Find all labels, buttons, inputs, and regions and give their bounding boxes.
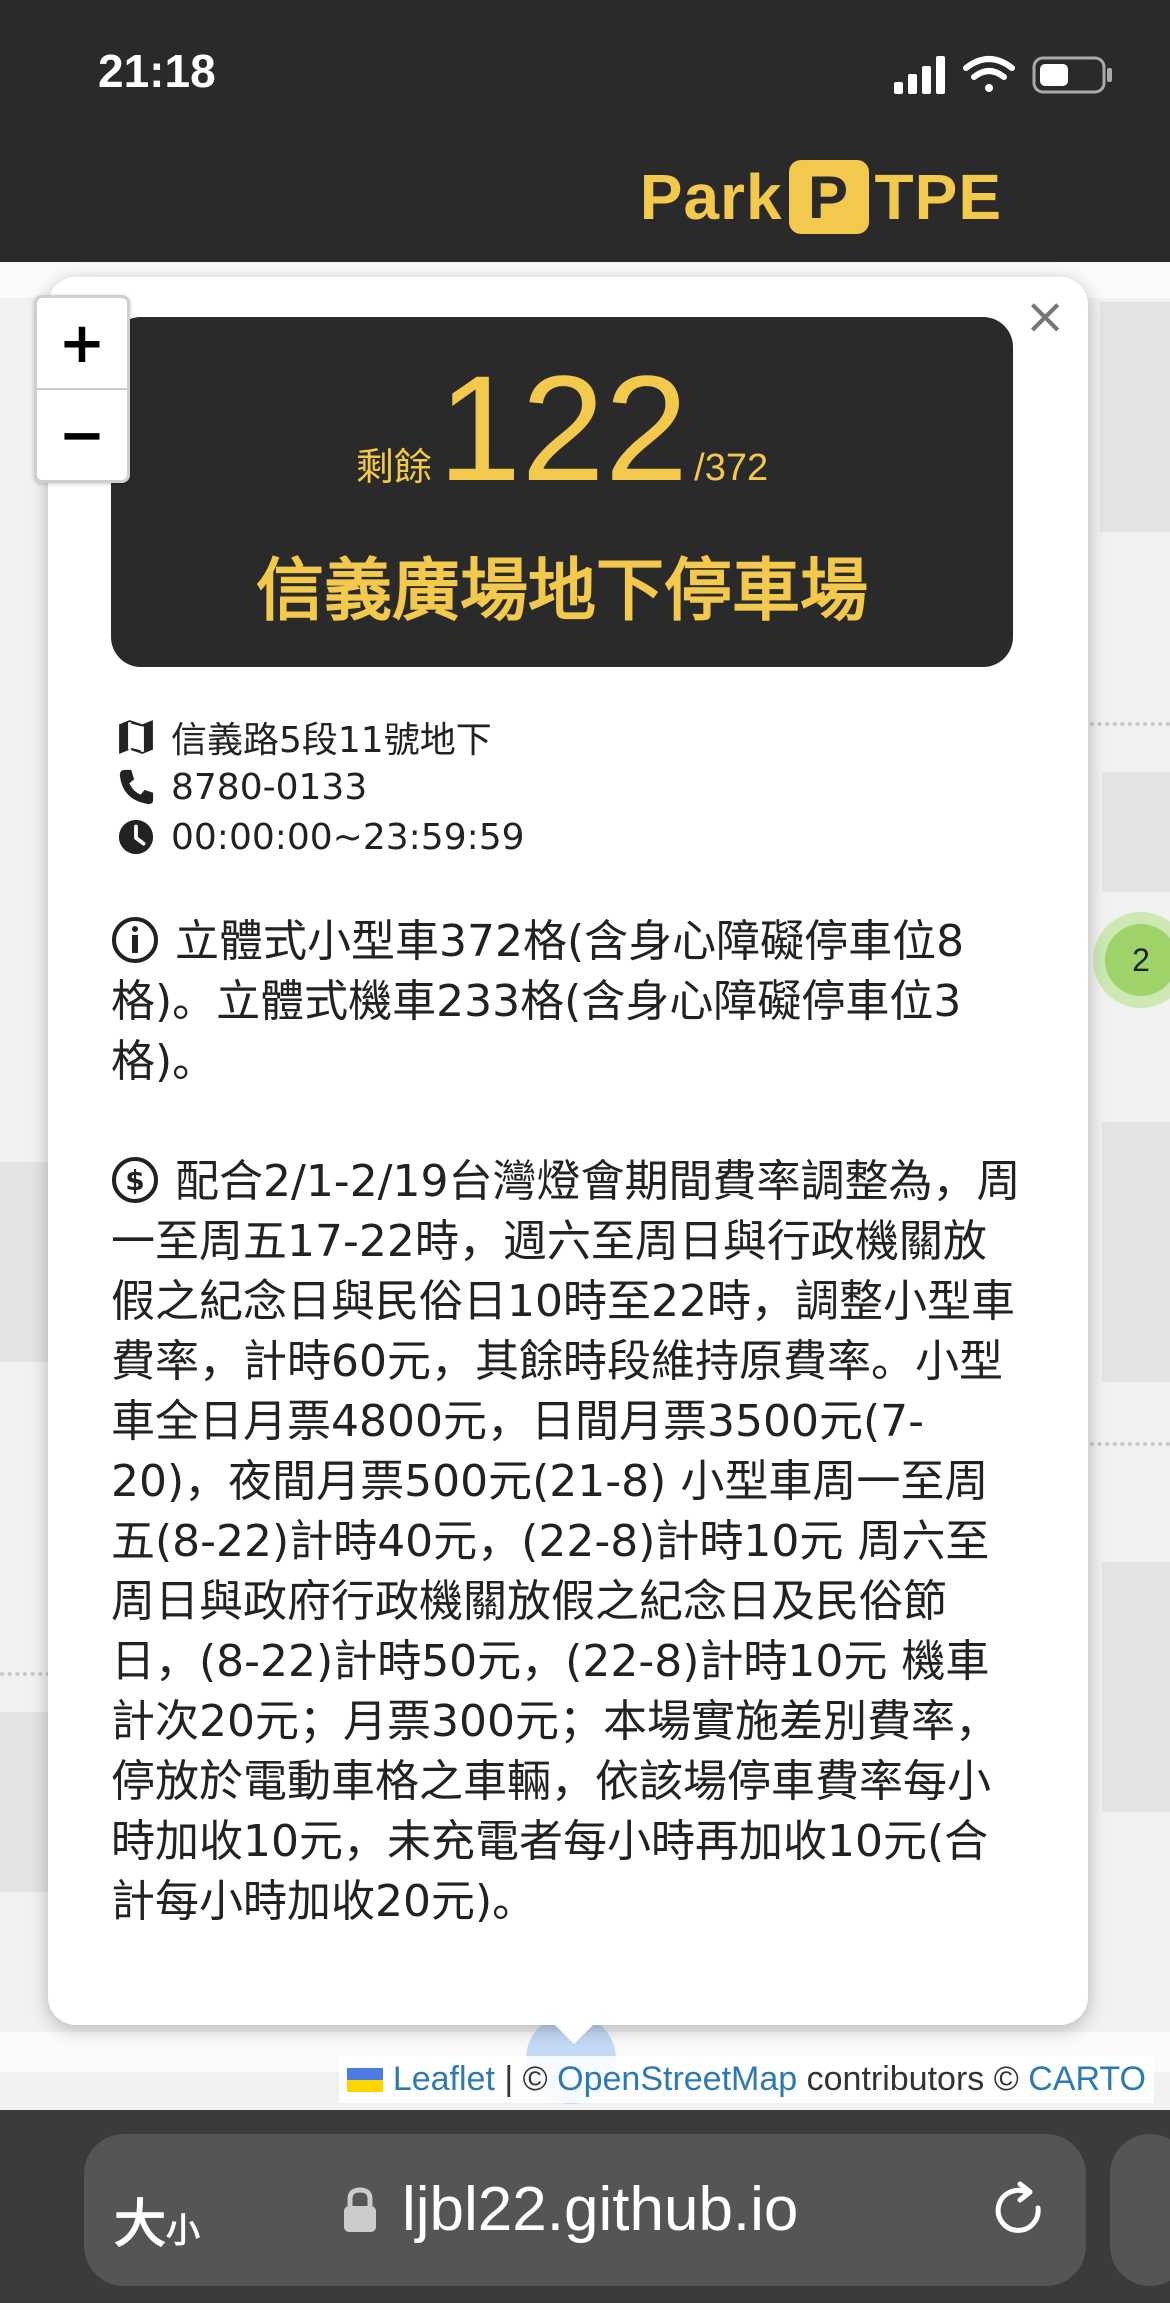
info-icon: [112, 917, 158, 963]
logo-badge: P: [788, 160, 869, 234]
signal-icon: [894, 56, 945, 94]
parktpe-logo: Park P TPE: [640, 160, 1002, 234]
openstreetmap-link[interactable]: OpenStreetMap: [557, 2060, 797, 2098]
map-path: [1090, 1442, 1170, 1446]
svg-text:$: $: [125, 1164, 144, 1197]
logo-text-right: TPE: [874, 161, 1002, 233]
total-count: /372: [694, 447, 769, 489]
status-bar: 21:18: [0, 0, 1170, 130]
browser-bar: 大小 ljbl22.github.io: [0, 2110, 1170, 2303]
summary-text: 立體式小型車372格(含身心障礙停車位8格)。立體式機車233格(含身心障礙停車…: [111, 916, 965, 1087]
status-time: 21:18: [98, 45, 216, 97]
available-count: 122: [437, 344, 689, 512]
leaflet-link[interactable]: Leaflet: [393, 2060, 495, 2098]
zoom-out-button[interactable]: −: [37, 388, 127, 480]
wifi-icon: [963, 56, 1015, 92]
url-text: ljbl22.github.io: [402, 2175, 799, 2244]
phone-row: 8780-0133: [111, 762, 1031, 812]
availability-card: 剩餘122/372 信義廣場地下停車場: [111, 317, 1013, 667]
map-block: [0, 1712, 50, 1892]
ukraine-flag-icon: [346, 2068, 383, 2092]
text-size-large: 大: [114, 2195, 167, 2255]
parking-popup: × 剩餘122/372 信義廣場地下停車場 信義路5段11號地下 8780-01…: [48, 277, 1088, 2025]
close-button[interactable]: ×: [1024, 287, 1066, 345]
map-block: [1102, 1122, 1170, 1382]
map-icon: [119, 720, 153, 754]
attribution-contributors: contributors ©: [797, 2060, 1029, 2098]
parking-lot-name: 信義廣場地下停車場: [255, 552, 868, 631]
text-size-button[interactable]: 大小: [114, 2182, 200, 2257]
cluster-marker[interactable]: 2: [1093, 912, 1170, 1008]
map-block: [1102, 1562, 1170, 1812]
dollar-icon: $: [112, 1157, 158, 1203]
popup-tip: [540, 2010, 608, 2044]
availability-row: 剩餘122/372: [111, 353, 1013, 503]
next-tab-preview[interactable]: [1110, 2134, 1170, 2286]
lock-icon: [344, 2187, 376, 2232]
map-block: [1100, 302, 1170, 532]
hours-row: 00:00:00~23:59:59: [111, 812, 1031, 862]
phone-icon: [119, 769, 154, 805]
available-label: 剩餘: [355, 447, 432, 489]
payment-paragraph: $ 配合2/1-2/19台灣燈會期間費率調整為，周一至周五17-22時，週六至周…: [111, 1152, 1021, 1932]
clock-icon: [118, 819, 154, 855]
map-attribution: Leaflet | © OpenStreetMap contributors ©…: [338, 2056, 1154, 2103]
zoom-control: + −: [34, 295, 130, 483]
app-header: Park P TPE: [0, 130, 1170, 262]
cluster-count: 2: [1105, 924, 1170, 996]
map-block: [1102, 772, 1170, 892]
carto-link[interactable]: CARTO: [1028, 2060, 1146, 2098]
phone-text: 8780-0133: [171, 766, 368, 808]
text-size-small: 小: [166, 2211, 201, 2251]
payment-text: 配合2/1-2/19台灣燈會期間費率調整為，周一至周五17-22時，週六至周日與…: [111, 1156, 1021, 1927]
map-path: [1090, 722, 1170, 726]
zoom-in-button[interactable]: +: [37, 298, 127, 388]
battery-icon: [1032, 56, 1112, 94]
status-icons: [894, 56, 1112, 94]
summary-paragraph: 立體式小型車372格(含身心障礙停車位8格)。立體式機車233格(含身心障礙停車…: [111, 912, 1021, 1092]
logo-text-left: Park: [639, 161, 783, 233]
reload-icon[interactable]: [986, 2178, 1050, 2242]
hours-text: 00:00:00~23:59:59: [171, 816, 525, 858]
address-row: 信義路5段11號地下: [111, 712, 1031, 762]
map-path: [0, 1672, 50, 1676]
attribution-separator: | ©: [494, 2060, 558, 2098]
map-block: [0, 1162, 50, 1362]
address-bar[interactable]: 大小 ljbl22.github.io: [84, 2134, 1086, 2286]
address-text: 信義路5段11號地下: [171, 720, 492, 761]
lot-info: 信義路5段11號地下 8780-0133 00:00:00~23:59:59: [111, 712, 1031, 862]
